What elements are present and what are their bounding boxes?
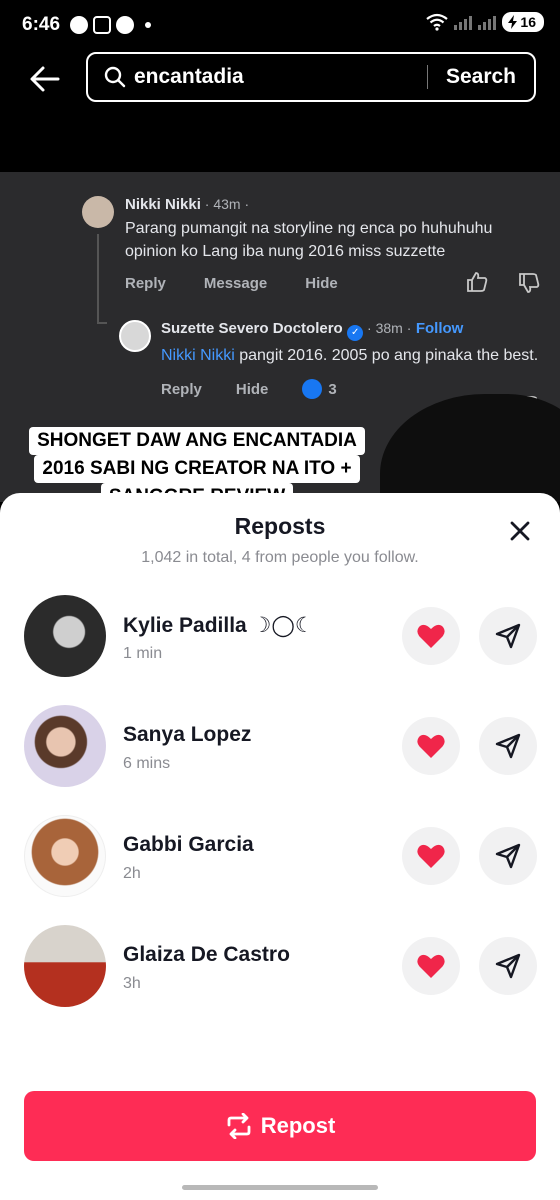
list-item[interactable]: Gabbi Garcia 2h — [0, 815, 560, 905]
hide-button[interactable]: Hide — [236, 381, 269, 398]
user-name[interactable]: Sanya Lopez — [123, 723, 251, 747]
thumbs-down-icon[interactable] — [518, 273, 540, 293]
status-bar: 6:46 16 — [0, 0, 560, 50]
repost-button[interactable]: Repost — [24, 1091, 536, 1161]
reaction-count: 3 — [302, 379, 337, 399]
heart-icon — [417, 954, 445, 978]
thread-line — [97, 322, 107, 324]
more-notifications-icon — [145, 22, 152, 28]
user-name[interactable]: Glaiza De Castro — [123, 943, 290, 967]
heart-icon — [417, 624, 445, 648]
search-input[interactable]: encantadia — [134, 65, 427, 89]
user-name[interactable]: Kylie Padilla ☽◯☾ — [123, 613, 314, 638]
status-right: 16 — [426, 12, 544, 32]
avatar — [82, 196, 114, 228]
caption-line: SHONGET DAW ANG ENCANTADIA — [29, 427, 365, 455]
notification-icons — [70, 16, 152, 34]
send-icon — [495, 953, 521, 979]
video-player[interactable]: Nikki Nikki · 43m · Parang pumangit na s… — [0, 172, 560, 502]
repost-time: 1 min — [123, 645, 163, 662]
repost-time: 2h — [123, 865, 141, 882]
like-button[interactable] — [402, 827, 460, 885]
comment-text: Parang pumangit na storyline ng enca po … — [125, 220, 493, 260]
signal-icon — [454, 14, 473, 30]
heart-icon — [417, 844, 445, 868]
verified-icon: ✓ — [347, 325, 364, 341]
send-button[interactable] — [479, 937, 537, 995]
search-button[interactable]: Search — [446, 65, 516, 89]
search-header: encantadia Search — [0, 50, 560, 106]
like-count: 3 — [328, 380, 337, 398]
follow-button[interactable]: Follow — [416, 320, 464, 337]
send-icon — [495, 733, 521, 759]
repost-time: 6 mins — [123, 755, 171, 772]
search-icon — [104, 66, 126, 88]
repost-label: Repost — [260, 1113, 336, 1138]
video-person-hair — [380, 394, 560, 502]
avatar[interactable] — [24, 705, 106, 787]
reply-button[interactable]: Reply — [161, 381, 202, 398]
home-indicator[interactable] — [182, 1185, 378, 1190]
avatar[interactable] — [24, 815, 106, 897]
search-box[interactable]: encantadia Search — [86, 52, 536, 102]
screenshot-icon — [93, 16, 112, 34]
comment-text: pangit 2016. 2005 po ang pinaka the best… — [234, 347, 539, 364]
reposts-sheet: Reposts 1,042 in total, 4 from people yo… — [0, 493, 560, 1200]
signal-icon — [478, 14, 497, 30]
send-icon — [495, 843, 521, 869]
message-button[interactable]: Message — [204, 275, 267, 292]
send-icon — [495, 623, 521, 649]
send-button[interactable] — [479, 827, 537, 885]
avatar — [119, 320, 151, 352]
list-item[interactable]: Sanya Lopez 6 mins — [0, 705, 560, 795]
caption-line: 2016 SABI NG CREATOR NA ITO + — [34, 455, 360, 483]
list-item[interactable]: Kylie Padilla ☽◯☾ 1 min — [0, 595, 560, 685]
messenger-icon — [116, 16, 135, 34]
like-button[interactable] — [402, 937, 460, 995]
status-time: 6:46 — [22, 14, 61, 35]
user-name[interactable]: Gabbi Garcia — [123, 833, 254, 857]
sheet-title: Reposts — [234, 513, 326, 539]
battery-level: 16 — [520, 14, 536, 30]
reply-button[interactable]: Reply — [125, 275, 166, 292]
list-item[interactable]: Glaiza De Castro 3h — [0, 925, 560, 1015]
comment-time: · 38m · — [363, 320, 412, 336]
video-caption: SHONGET DAW ANG ENCANTADIA 2016 SABI NG … — [22, 427, 372, 502]
like-button[interactable] — [402, 717, 460, 775]
comment-author[interactable]: Nikki Nikki — [125, 196, 201, 213]
thread-line — [97, 234, 99, 324]
repost-time: 3h — [123, 975, 141, 992]
comment-author[interactable]: Suzette Severo Doctolero — [161, 320, 343, 337]
send-button[interactable] — [479, 717, 537, 775]
back-arrow-icon[interactable] — [28, 62, 62, 96]
mention-link[interactable]: Nikki Nikki — [161, 347, 235, 364]
messenger-icon — [70, 16, 89, 34]
hide-button[interactable]: Hide — [305, 275, 338, 292]
avatar[interactable] — [24, 925, 106, 1007]
thumbs-up-icon[interactable] — [466, 272, 488, 292]
wifi-icon — [426, 13, 449, 31]
charging-icon — [508, 15, 518, 29]
comment-body: Nikki Nikki pangit 2016. 2005 po ang pin… — [161, 344, 546, 367]
comment-time: · 43m · — [200, 196, 250, 212]
comment: Suzette Severo Doctolero ✓ · 38m · Follo… — [161, 320, 546, 399]
avatar[interactable] — [24, 595, 106, 677]
like-icon — [302, 379, 323, 399]
battery-indicator: 16 — [502, 12, 544, 32]
like-button[interactable] — [402, 607, 460, 665]
search-divider — [426, 65, 428, 89]
send-button[interactable] — [479, 607, 537, 665]
repost-icon — [227, 1113, 251, 1139]
close-icon[interactable] — [508, 519, 532, 543]
heart-icon — [417, 734, 445, 758]
sheet-subtitle: 1,042 in total, 4 from people you follow… — [141, 549, 419, 566]
